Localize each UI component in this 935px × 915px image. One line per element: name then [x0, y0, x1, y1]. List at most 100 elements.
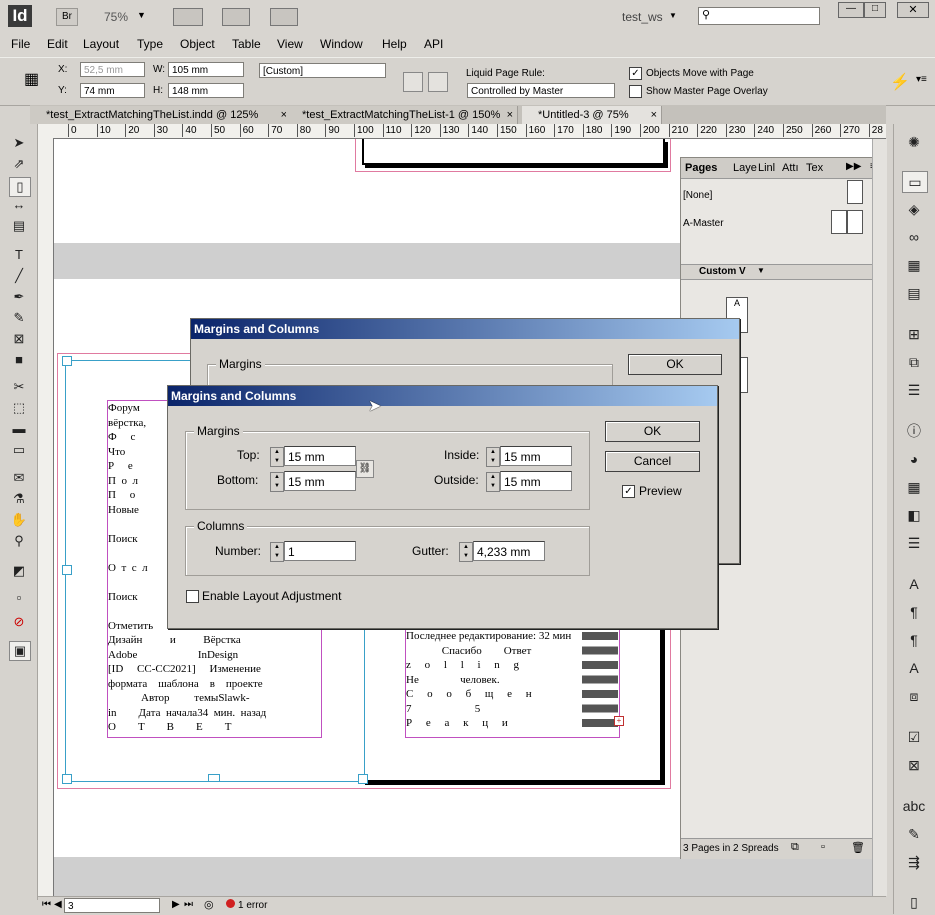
reference-point-icon[interactable]: ▦ — [24, 70, 44, 90]
landscape-icon[interactable] — [428, 72, 448, 92]
zoom-level[interactable]: 75% — [104, 10, 128, 24]
h-field[interactable]: 148 mm — [168, 83, 244, 98]
tab-extract-matching-1[interactable]: *test_ExtractMatchingTheList-1 @ 150% × — [286, 106, 518, 124]
gradient-icon[interactable]: ◧ — [902, 505, 926, 525]
menu-object[interactable]: Object — [180, 37, 215, 51]
overset-text-icon[interactable]: + — [614, 716, 624, 726]
selection-tool-icon[interactable]: ➤ — [9, 134, 29, 152]
none-master-thumb[interactable] — [847, 180, 863, 204]
pen-tool-icon[interactable]: ✒ — [9, 288, 29, 306]
objects-move-checkbox[interactable]: ✓ — [629, 67, 642, 80]
menu-type[interactable]: Type — [137, 37, 163, 51]
links-icon[interactable]: ∞ — [902, 227, 926, 247]
tab-extract-matching[interactable]: *test_ExtractMatchingTheList.indd @ 125%… — [30, 106, 292, 124]
data-merge-icon[interactable]: ⇶ — [902, 852, 926, 872]
menu-view[interactable]: View — [277, 37, 303, 51]
minimize-button[interactable]: — — [838, 2, 864, 18]
show-master-overlay-checkbox[interactable] — [629, 85, 642, 98]
stepper-icon[interactable]: ▲ ▼ — [459, 542, 473, 562]
stepper-icon[interactable]: ▲ ▼ — [270, 542, 284, 562]
align-icon[interactable]: ⊞ — [902, 324, 926, 344]
view-chevron-icon[interactable]: ▼ — [757, 266, 765, 275]
enable-layout-adjustment-checkbox[interactable] — [186, 590, 199, 603]
menu-help[interactable]: Help — [382, 37, 407, 51]
pages-extra-icon[interactable]: ▯ — [902, 892, 926, 912]
top-margin-field[interactable]: ▲ ▼ 15 mm — [270, 446, 356, 467]
tab-untitled-3[interactable]: *Untitled-3 @ 75% × — [522, 106, 662, 124]
first-page-icon[interactable]: ⏮ — [42, 899, 51, 910]
screen-mode-icon[interactable] — [173, 8, 203, 26]
stepper-icon[interactable]: ▲ ▼ — [270, 447, 284, 467]
pathfinder-icon[interactable]: ⧉ — [902, 352, 926, 372]
free-transform-tool-icon[interactable]: ⬚ — [9, 399, 29, 417]
layers-icon[interactable]: ◈ — [902, 199, 926, 219]
menu-file[interactable]: File — [11, 37, 30, 51]
previous-page-icon[interactable]: ◀ — [54, 899, 62, 910]
selection-handle[interactable] — [62, 356, 72, 366]
tab-pages[interactable]: Pages — [685, 162, 717, 174]
page-size-select[interactable]: [Custom] — [259, 63, 386, 78]
next-page-icon[interactable]: ▶ — [172, 899, 180, 910]
a-master-thumb-left[interactable] — [831, 210, 847, 234]
ok-button[interactable]: OK — [605, 421, 700, 442]
selection-handle[interactable] — [208, 774, 220, 782]
formatting-affects-icon[interactable]: ▫ — [9, 589, 29, 607]
menu-window[interactable]: Window — [320, 37, 363, 51]
table-icon[interactable]: ▦ — [902, 477, 926, 497]
close-tab-icon[interactable]: × — [507, 106, 513, 124]
zoom-chevron-down-icon[interactable]: ▼ — [137, 10, 146, 20]
hand-tool-icon[interactable]: ✋ — [9, 511, 29, 529]
portrait-icon[interactable] — [403, 72, 423, 92]
workspace-chevron-icon[interactable]: ▼ — [669, 11, 677, 20]
tab-attributes[interactable]: Attı — [782, 162, 799, 174]
page-tool-icon[interactable]: ▯ — [9, 177, 31, 197]
expand-panel-icon[interactable]: ▶▶ — [846, 161, 861, 172]
selection-handle[interactable] — [62, 774, 72, 784]
stepper-icon[interactable]: ▲ ▼ — [270, 472, 284, 492]
spelling-icon[interactable]: abc — [902, 796, 926, 816]
direct-selection-tool-icon[interactable]: ⇗ — [9, 155, 29, 173]
close-window-button[interactable]: ✕ — [897, 2, 929, 18]
pages-panel-icon[interactable]: ▭ — [902, 171, 928, 193]
page-number-field[interactable]: 3 — [64, 898, 160, 913]
zoom-tool-icon[interactable]: ⚲ — [9, 532, 29, 550]
tab-links[interactable]: Linl — [758, 162, 775, 174]
stepper-icon[interactable]: ▲ ▼ — [486, 472, 500, 492]
eyedropper-tool-icon[interactable]: ⚗ — [9, 490, 29, 508]
horizontal-ruler[interactable]: 0 10 20 30 40 50 60 70 80 90 100 110 120 130 140 150 160… — [38, 124, 886, 139]
stepper-icon[interactable]: ▲ ▼ — [486, 447, 500, 467]
paragraph-icon[interactable]: ¶ — [902, 602, 926, 622]
scripts-icon[interactable]: ✎ — [902, 824, 926, 844]
new-page-icon[interactable]: ▫ — [821, 841, 825, 853]
menu-edit[interactable]: Edit — [47, 37, 68, 51]
vertical-ruler[interactable] — [38, 138, 54, 896]
note-tool-icon[interactable]: ✉ — [9, 469, 29, 487]
w-field[interactable]: 105 mm — [168, 62, 244, 77]
selection-handle[interactable] — [358, 774, 368, 784]
quick-apply-icon[interactable]: ⚡ — [890, 72, 910, 92]
content-collector-icon[interactable]: ▤ — [9, 217, 29, 235]
rectangle-frame-tool-icon[interactable]: ⊠ — [9, 330, 29, 348]
last-page-icon[interactable]: ⏭ — [184, 899, 193, 910]
preview-checkbox[interactable]: ✓ — [622, 485, 635, 498]
inside-margin-field[interactable]: ▲ ▼ 15 mm — [486, 446, 572, 467]
y-field[interactable]: 74 mm — [80, 83, 145, 98]
menu-api[interactable]: API — [424, 37, 443, 51]
arrange-documents-icon[interactable] — [270, 8, 298, 26]
pencil-tool-icon[interactable]: ✎ — [9, 309, 29, 327]
chain-link-icon[interactable]: ⛓ — [356, 460, 374, 478]
preflight-icon[interactable]: ◎ — [204, 898, 214, 911]
button-icon[interactable]: ⊠ — [902, 755, 926, 775]
line-tool-icon[interactable]: ╱ — [9, 267, 29, 285]
gradient-feather-tool-icon[interactable]: ▭ — [9, 441, 29, 459]
rectangle-tool-icon[interactable]: ■ — [9, 351, 29, 369]
x-field[interactable]: 52,5 mm — [80, 62, 145, 77]
character-icon[interactable]: A — [902, 574, 926, 594]
menu-layout[interactable]: Layout — [83, 37, 119, 51]
screen-mode-icon[interactable]: ▣ — [9, 641, 31, 661]
stroke-icon[interactable]: ▦ — [902, 255, 926, 275]
menu-table[interactable]: Table — [232, 37, 261, 51]
gap-tool-icon[interactable]: ↔ — [9, 196, 29, 214]
selection-handle[interactable] — [62, 565, 72, 575]
maximize-button[interactable]: □ — [864, 2, 886, 18]
